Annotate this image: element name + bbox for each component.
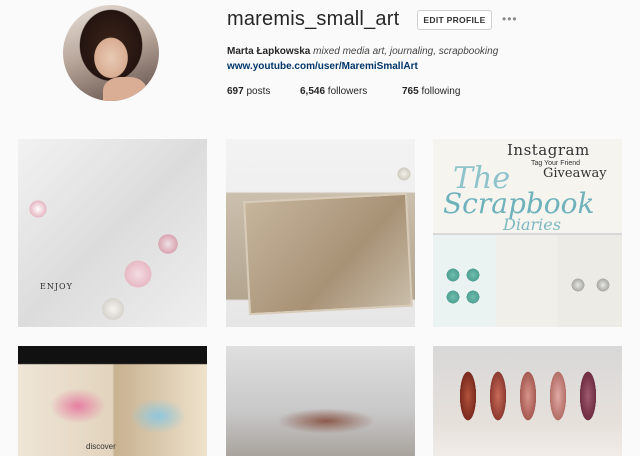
post-tile-3[interactable]: Instagram Tag Your Friend Giveaway The S… — [433, 139, 622, 327]
post-1-caption: ENJOY — [40, 282, 73, 291]
post-3-giveaway: Giveaway — [543, 166, 607, 181]
post-4-caption: discover — [86, 442, 116, 451]
avatar-hand-shape — [103, 77, 147, 101]
followers-count: 6,546 — [300, 86, 326, 97]
post-2-journal-shape — [243, 192, 413, 316]
more-options-icon[interactable]: ••• — [502, 12, 518, 26]
post-tile-1[interactable]: ENJOY — [18, 139, 207, 327]
following-stat[interactable]: 765 following — [402, 86, 460, 97]
profile-website-link[interactable]: www.youtube.com/user/MaremiSmallArt — [227, 61, 418, 72]
edit-profile-button[interactable]: EDIT PROFILE — [417, 10, 492, 30]
post-tile-2[interactable] — [226, 139, 415, 327]
profile-full-name: Marta Łapkowska — [227, 46, 311, 57]
post-tile-6[interactable] — [433, 346, 622, 456]
post-tile-5[interactable] — [226, 346, 415, 456]
post-tile-4[interactable]: discover — [18, 346, 207, 456]
profile-bio: Marta Łapkowska mixed media art, journal… — [227, 46, 498, 57]
post-3-diaries: Diaries — [503, 215, 561, 234]
post-3-title-instagram: Instagram — [507, 141, 590, 159]
followers-stat[interactable]: 6,546 followers — [300, 86, 367, 97]
posts-label: posts — [243, 86, 271, 97]
profile-description: mixed media art, journaling, scrapbookin… — [310, 46, 499, 57]
post-3-photo-strip — [433, 235, 622, 327]
followers-label: followers — [325, 86, 368, 97]
profile-username: maremis_small_art — [227, 8, 400, 30]
following-label: following — [418, 86, 461, 97]
following-count: 765 — [402, 86, 419, 97]
profile-avatar[interactable] — [63, 5, 159, 101]
posts-stat: 697 posts — [227, 86, 270, 97]
posts-count: 697 — [227, 86, 244, 97]
